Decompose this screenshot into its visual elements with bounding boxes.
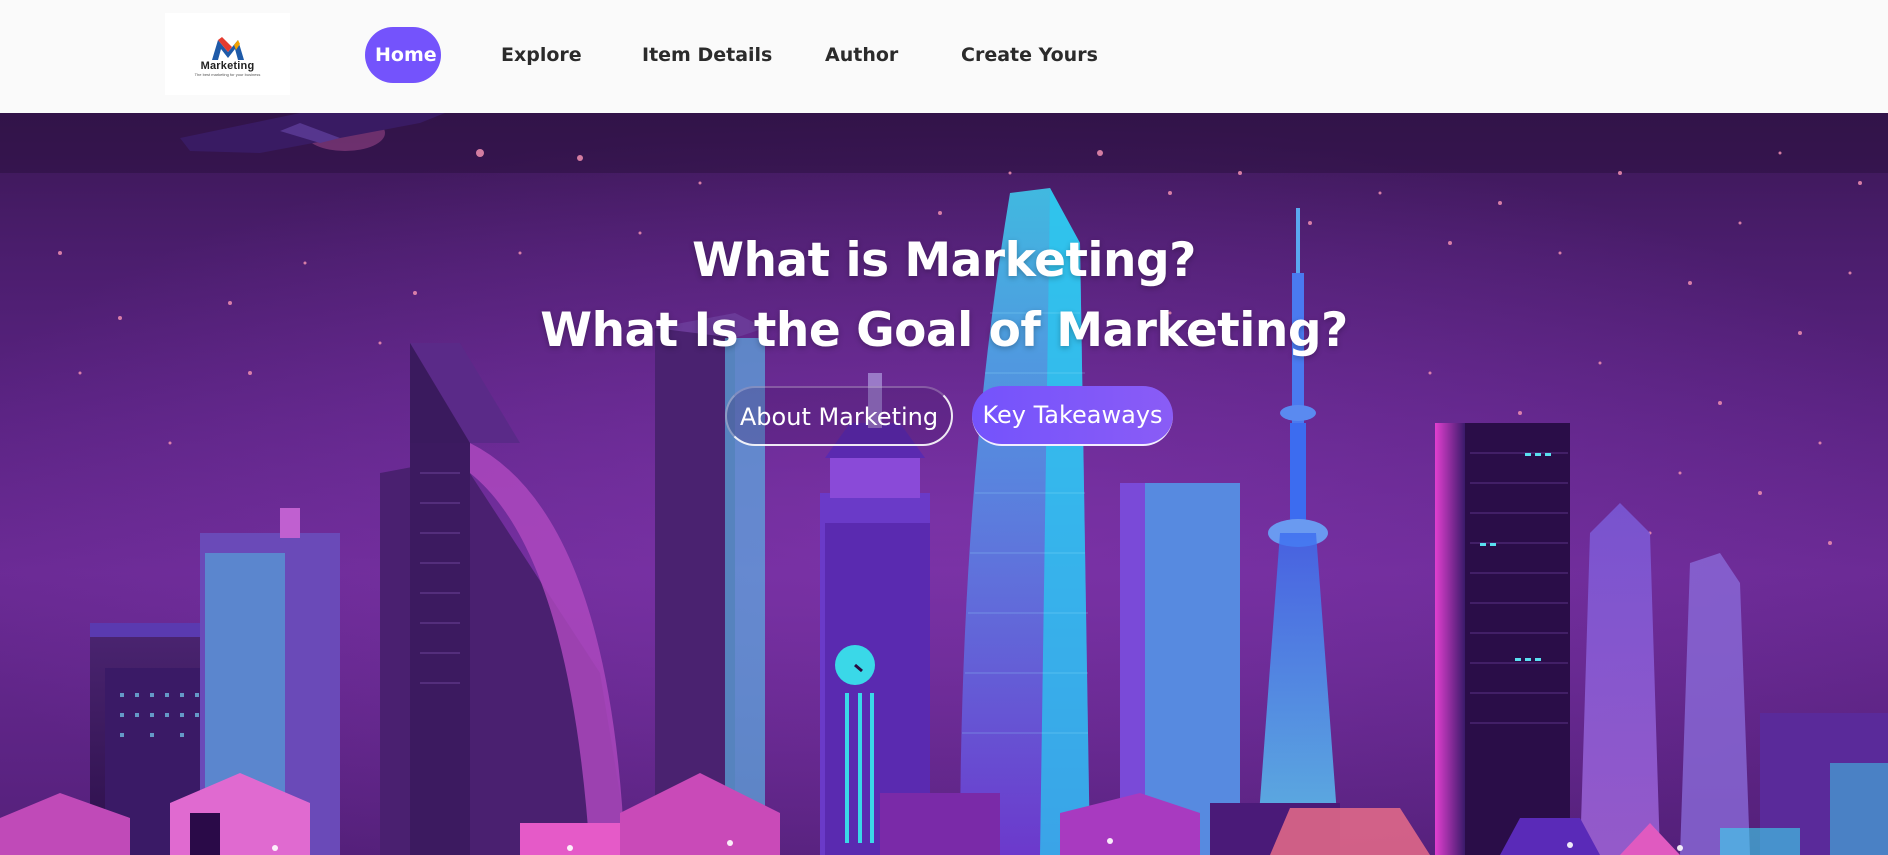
key-takeaways-button[interactable]: Key Takeaways <box>972 386 1173 446</box>
city-skyline-illustration <box>0 113 1888 855</box>
logo-tagline: The best marketing for your business <box>194 71 261 77</box>
nav-explore[interactable]: Explore <box>501 27 582 83</box>
top-navbar: Marketing The best marketing for your bu… <box>0 0 1888 113</box>
hero-title-line-1: What is Marketing? <box>692 233 1196 288</box>
nav-item-details[interactable]: Item Details <box>642 27 772 83</box>
nav-home[interactable]: Home <box>365 27 441 83</box>
logo-m-icon <box>211 36 244 60</box>
hero-title-line-2: What Is the Goal of Marketing? <box>540 303 1348 358</box>
hero-banner: What is Marketing? What Is the Goal of M… <box>0 113 1888 855</box>
nav-create-yours[interactable]: Create Yours <box>961 27 1098 83</box>
site-logo[interactable]: Marketing The best marketing for your bu… <box>165 13 290 95</box>
nav-author[interactable]: Author <box>825 27 898 83</box>
logo-text: Marketing <box>200 59 255 72</box>
about-marketing-button[interactable]: About Marketing <box>725 386 953 446</box>
